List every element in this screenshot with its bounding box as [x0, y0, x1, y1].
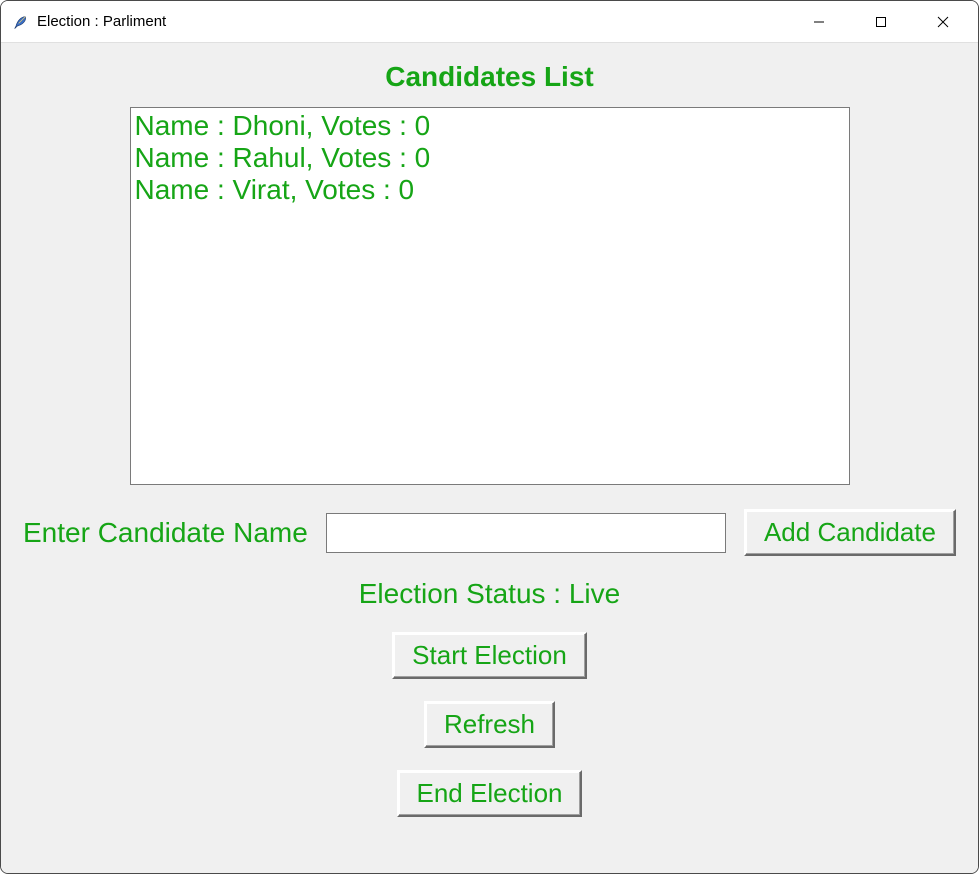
action-buttons: Start Election Refresh End Election: [392, 632, 587, 817]
refresh-button[interactable]: Refresh: [424, 701, 555, 748]
page-title: Candidates List: [385, 61, 593, 93]
feather-icon: [11, 13, 29, 31]
list-item[interactable]: Name : Rahul, Votes : 0: [135, 142, 845, 174]
minimize-button[interactable]: [788, 1, 850, 42]
titlebar[interactable]: Election : Parliment: [1, 1, 978, 43]
list-item[interactable]: Name : Virat, Votes : 0: [135, 174, 845, 206]
app-window: Election : Parliment Candidates List Nam…: [0, 0, 979, 874]
candidate-name-input[interactable]: [326, 513, 726, 553]
add-candidate-button[interactable]: Add Candidate: [744, 509, 956, 556]
add-candidate-row: Enter Candidate Name Add Candidate: [13, 509, 966, 556]
close-button[interactable]: [912, 1, 974, 42]
candidate-name-label: Enter Candidate Name: [23, 517, 308, 549]
candidates-listbox[interactable]: Name : Dhoni, Votes : 0 Name : Rahul, Vo…: [130, 107, 850, 485]
window-title: Election : Parliment: [37, 13, 788, 30]
maximize-button[interactable]: [850, 1, 912, 42]
window-controls: [788, 1, 974, 42]
client-area: Candidates List Name : Dhoni, Votes : 0 …: [1, 43, 978, 873]
end-election-button[interactable]: End Election: [397, 770, 583, 817]
election-status-label: Election Status : Live: [359, 578, 620, 610]
start-election-button[interactable]: Start Election: [392, 632, 587, 679]
list-item[interactable]: Name : Dhoni, Votes : 0: [135, 110, 845, 142]
